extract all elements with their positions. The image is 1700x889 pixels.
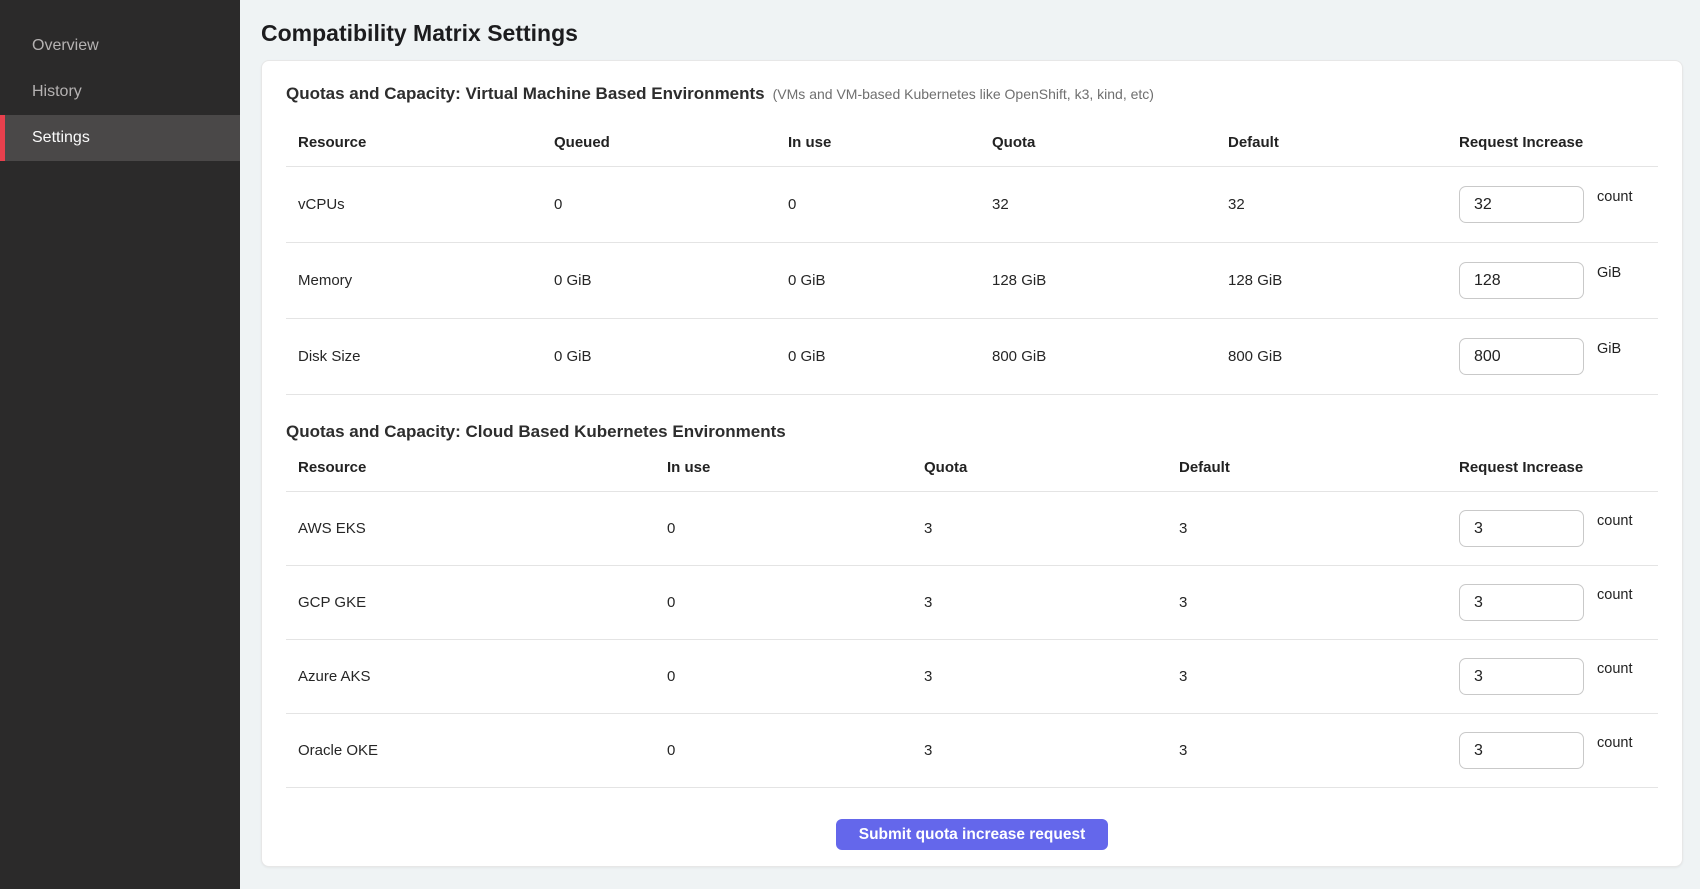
resource-cell: Azure AKS [286, 668, 667, 685]
column-header-queued: Queued [554, 134, 788, 151]
quota-cell: 3 [924, 520, 1179, 537]
quota-cell: 3 [924, 594, 1179, 611]
sidebar-item-settings[interactable]: Settings [0, 115, 240, 161]
default-cell: 3 [1179, 594, 1459, 611]
unit-label: count [1597, 661, 1632, 677]
table-row-oracle-oke: Oracle OKE 0 3 3 count [286, 714, 1658, 788]
vm-section-title: Quotas and Capacity: Virtual Machine Bas… [286, 83, 765, 105]
request-increase-field: count [1459, 510, 1658, 547]
column-header-in-use: In use [788, 134, 992, 151]
sidebar-item-label: Overview [32, 37, 99, 55]
disk-size-request-input[interactable] [1459, 338, 1584, 375]
table-row-vcpus: vCPUs 0 0 32 32 count [286, 167, 1658, 243]
in-use-cell: 0 [667, 594, 924, 611]
submit-row: Submit quota increase request [286, 819, 1658, 850]
main-content: Compatibility Matrix Settings Quotas and… [240, 0, 1700, 889]
resource-cell: GCP GKE [286, 594, 667, 611]
queued-cell: 0 GiB [554, 348, 788, 365]
in-use-cell: 0 GiB [788, 272, 992, 289]
oracle-oke-request-input[interactable] [1459, 732, 1584, 769]
table-row-disk-size: Disk Size 0 GiB 0 GiB 800 GiB 800 GiB Gi… [286, 319, 1658, 395]
sidebar-item-overview[interactable]: Overview [0, 23, 240, 69]
column-header-request-increase: Request Increase [1459, 459, 1658, 476]
column-header-quota: Quota [992, 134, 1228, 151]
unit-label: count [1597, 735, 1632, 751]
table-row-aws-eks: AWS EKS 0 3 3 count [286, 492, 1658, 566]
unit-label: count [1597, 189, 1632, 205]
request-increase-field: count [1459, 584, 1658, 621]
default-cell: 128 GiB [1228, 272, 1459, 289]
quota-cell: 3 [924, 668, 1179, 685]
default-cell: 800 GiB [1228, 348, 1459, 365]
in-use-cell: 0 [667, 668, 924, 685]
table-row-gcp-gke: GCP GKE 0 3 3 count [286, 566, 1658, 640]
column-header-default: Default [1228, 134, 1459, 151]
column-header-quota: Quota [924, 459, 1179, 476]
unit-label: GiB [1597, 265, 1621, 281]
default-cell: 3 [1179, 668, 1459, 685]
aws-eks-request-input[interactable] [1459, 510, 1584, 547]
queued-cell: 0 [554, 196, 788, 213]
gcp-gke-request-input[interactable] [1459, 584, 1584, 621]
request-increase-field: count [1459, 658, 1658, 695]
vm-table-header-row: Resource Queued In use Quota Default Req… [286, 119, 1658, 167]
resource-cell: Memory [286, 272, 554, 289]
quota-cell: 3 [924, 742, 1179, 759]
sidebar: Overview History Settings [0, 0, 240, 889]
quota-cell: 800 GiB [992, 348, 1228, 365]
vcpus-request-input[interactable] [1459, 186, 1584, 223]
resource-cell: Disk Size [286, 348, 554, 365]
unit-label: GiB [1597, 341, 1621, 357]
unit-label: count [1597, 587, 1632, 603]
default-cell: 32 [1228, 196, 1459, 213]
in-use-cell: 0 [788, 196, 992, 213]
memory-request-input[interactable] [1459, 262, 1584, 299]
vm-quota-table: Resource Queued In use Quota Default Req… [286, 119, 1658, 395]
request-increase-field: count [1459, 186, 1658, 223]
cloud-section-title: Quotas and Capacity: Cloud Based Kuberne… [286, 421, 786, 443]
sidebar-item-history[interactable]: History [0, 69, 240, 115]
sidebar-item-label: History [32, 83, 82, 101]
column-header-in-use: In use [667, 459, 924, 476]
cloud-section-header: Quotas and Capacity: Cloud Based Kuberne… [286, 421, 1658, 443]
cloud-table-header-row: Resource In use Quota Default Request In… [286, 443, 1658, 492]
in-use-cell: 0 GiB [788, 348, 992, 365]
azure-aks-request-input[interactable] [1459, 658, 1584, 695]
quota-cell: 32 [992, 196, 1228, 213]
request-increase-field: GiB [1459, 338, 1658, 375]
in-use-cell: 0 [667, 520, 924, 537]
cloud-quota-table: Resource In use Quota Default Request In… [286, 443, 1658, 788]
queued-cell: 0 GiB [554, 272, 788, 289]
page-title: Compatibility Matrix Settings [261, 19, 1683, 47]
default-cell: 3 [1179, 742, 1459, 759]
default-cell: 3 [1179, 520, 1459, 537]
table-row-memory: Memory 0 GiB 0 GiB 128 GiB 128 GiB GiB [286, 243, 1658, 319]
vm-section-subtitle: (VMs and VM-based Kubernetes like OpenSh… [773, 86, 1154, 102]
column-header-resource: Resource [286, 459, 667, 476]
in-use-cell: 0 [667, 742, 924, 759]
settings-card: Quotas and Capacity: Virtual Machine Bas… [261, 60, 1683, 867]
resource-cell: Oracle OKE [286, 742, 667, 759]
column-header-resource: Resource [286, 134, 554, 151]
unit-label: count [1597, 513, 1632, 529]
request-increase-field: GiB [1459, 262, 1658, 299]
column-header-request-increase: Request Increase [1459, 134, 1658, 151]
submit-quota-increase-button[interactable]: Submit quota increase request [836, 819, 1109, 850]
vm-section-header: Quotas and Capacity: Virtual Machine Bas… [286, 83, 1658, 105]
sidebar-item-label: Settings [32, 129, 90, 147]
column-header-default: Default [1179, 459, 1459, 476]
resource-cell: AWS EKS [286, 520, 667, 537]
quota-cell: 128 GiB [992, 272, 1228, 289]
resource-cell: vCPUs [286, 196, 554, 213]
request-increase-field: count [1459, 732, 1658, 769]
table-row-azure-aks: Azure AKS 0 3 3 count [286, 640, 1658, 714]
